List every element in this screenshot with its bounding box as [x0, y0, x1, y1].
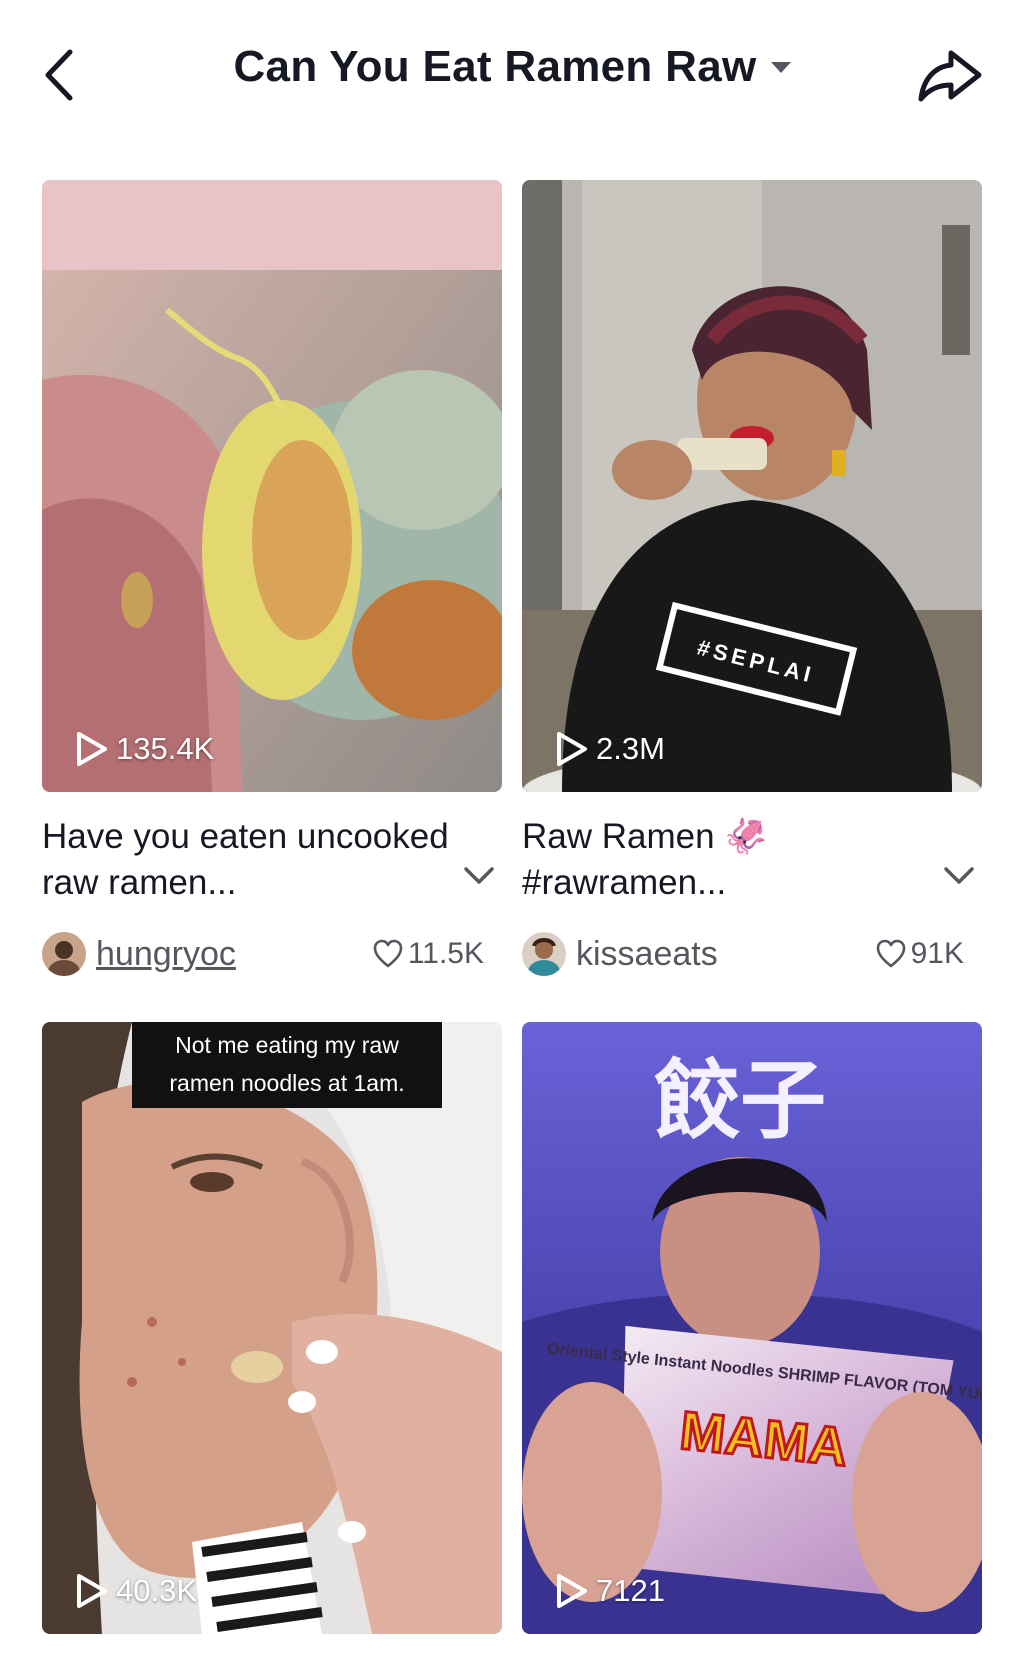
chevron-down-icon[interactable]	[462, 864, 496, 888]
caret-down-icon	[770, 61, 791, 73]
thumbnail-image	[42, 1022, 502, 1634]
video-card-1[interactable]: 135.4K Have you eaten uncooked raw ramen…	[42, 180, 502, 978]
view-count-text: 135.4K	[116, 731, 215, 766]
view-count-text: 40.3K	[116, 1573, 198, 1608]
video-caption: Have you eaten uncooked raw ramen...	[42, 814, 502, 910]
thumbnail-image: 餃子 Oriental Style Instant Noodles SHRIMP…	[522, 1022, 982, 1634]
video-card-3[interactable]: Not me eating my raw ramen noodles at 1a…	[42, 1022, 502, 1634]
video-thumbnail[interactable]: 135.4K	[42, 180, 502, 792]
thumbnail-image: #SEPLAI	[522, 180, 982, 792]
view-count: 7121	[552, 1572, 665, 1610]
page-title: Can You Eat Ramen Raw	[233, 42, 757, 91]
like-count-text: 11.5K	[407, 937, 484, 970]
username-link[interactable]: hungryoc	[96, 935, 236, 974]
play-icon	[77, 1574, 107, 1608]
play-icon	[557, 732, 587, 766]
top-bar: Can You Eat Ramen Raw	[0, 0, 1024, 150]
video-card-2[interactable]: #SEPLAI 2.3M Raw Ramen 🦑 #rawramen... ki…	[522, 180, 982, 978]
view-count: 135.4K	[72, 730, 214, 768]
caption-text: Have you eaten uncooked raw ramen...	[42, 817, 449, 902]
video-thumbnail[interactable]: #SEPLAI 2.3M	[522, 180, 982, 792]
like-count-text: 91K	[910, 937, 964, 970]
view-count-text: 2.3M	[596, 731, 665, 766]
username-link[interactable]: kissaeats	[576, 935, 718, 974]
caption-text: Raw Ramen 🦑 #rawramen...	[522, 817, 768, 902]
video-thumbnail[interactable]: 餃子 Oriental Style Instant Noodles SHRIMP…	[522, 1022, 982, 1634]
play-icon	[77, 732, 107, 766]
like-count[interactable]: 11.5K	[372, 930, 484, 978]
play-icon	[557, 1574, 587, 1608]
view-count: 40.3K	[72, 1572, 197, 1610]
title-dropdown[interactable]: Can You Eat Ramen Raw	[0, 42, 1024, 92]
like-count[interactable]: 91K	[875, 930, 964, 978]
video-overlay-text: Not me eating my raw ramen noodles at 1a…	[132, 1022, 442, 1108]
video-meta: hungryoc 11.5K	[42, 930, 502, 978]
heart-icon	[373, 939, 403, 968]
avatar[interactable]	[42, 932, 86, 976]
neon-sign-text: 餃子	[654, 1051, 826, 1151]
video-card-4[interactable]: 餃子 Oriental Style Instant Noodles SHRIMP…	[522, 1022, 982, 1634]
video-caption: Raw Ramen 🦑 #rawramen...	[522, 814, 982, 910]
chevron-down-icon[interactable]	[942, 864, 976, 888]
video-meta: kissaeats 91K	[522, 930, 982, 978]
view-count-text: 7121	[596, 1573, 665, 1608]
heart-icon	[876, 939, 905, 968]
share-arrow-icon	[918, 50, 982, 102]
video-thumbnail[interactable]: Not me eating my raw ramen noodles at 1a…	[42, 1022, 502, 1634]
avatar[interactable]	[522, 932, 566, 976]
thumbnail-image	[42, 180, 502, 792]
view-count: 2.3M	[552, 730, 665, 768]
share-button[interactable]	[915, 45, 985, 105]
